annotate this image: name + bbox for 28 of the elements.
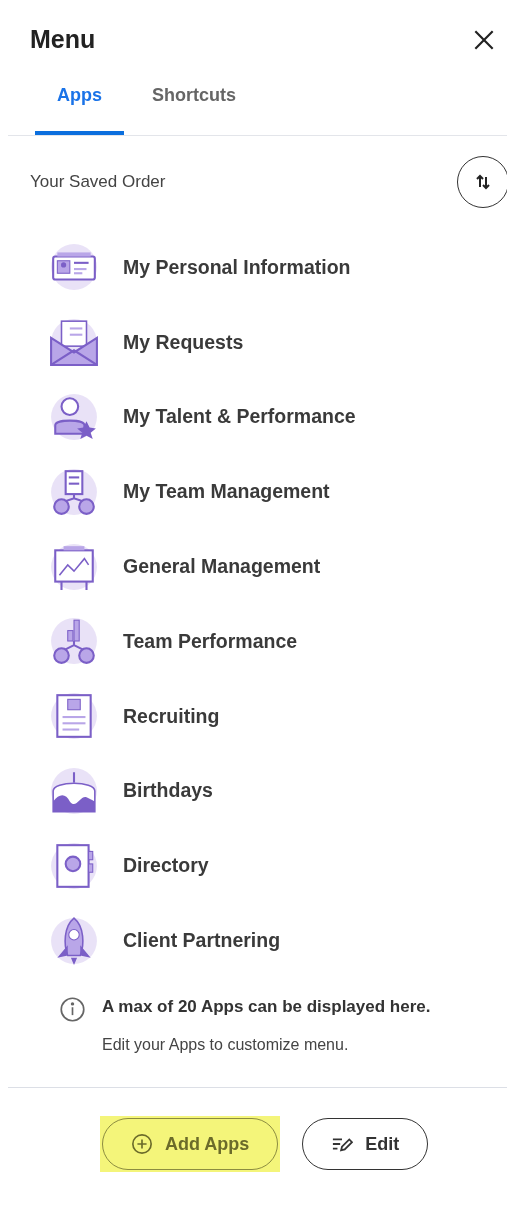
app-item[interactable]: My Personal Information bbox=[49, 230, 507, 305]
app-icon bbox=[49, 840, 99, 891]
section-title: Your Saved Order bbox=[30, 171, 166, 194]
app-item[interactable]: Client Partnering bbox=[49, 903, 507, 978]
app-icon bbox=[49, 541, 99, 592]
app-icon bbox=[49, 765, 99, 816]
app-item[interactable]: Directory bbox=[49, 828, 507, 904]
tab[interactable]: Shortcuts bbox=[134, 78, 254, 135]
tab[interactable]: Apps bbox=[35, 78, 124, 135]
notice-text: Edit your Apps to customize menu. bbox=[102, 1035, 350, 1056]
app-icon bbox=[49, 392, 99, 442]
app-icon bbox=[49, 242, 99, 293]
app-item[interactable]: My Team Management bbox=[49, 454, 507, 530]
app-icon bbox=[49, 317, 99, 368]
app-item[interactable]: Team Performance bbox=[49, 604, 507, 679]
app-item[interactable]: My Talent & Performance bbox=[49, 379, 507, 455]
app-item[interactable]: Birthdays bbox=[49, 753, 507, 829]
app-icon bbox=[49, 691, 99, 742]
app-icon bbox=[49, 915, 99, 966]
app-item[interactable]: My Requests bbox=[49, 304, 507, 380]
app-icon bbox=[49, 466, 99, 517]
app-icon bbox=[49, 616, 99, 667]
menu-title: Menu bbox=[30, 24, 96, 56]
info-icon bbox=[59, 995, 86, 1023]
app-item[interactable]: Recruiting bbox=[49, 678, 507, 754]
notice-title: A max of 20 Apps can be displayed here. bbox=[102, 995, 431, 1018]
app-item[interactable]: General Management bbox=[49, 529, 507, 604]
plus-circle-icon bbox=[131, 1133, 153, 1156]
